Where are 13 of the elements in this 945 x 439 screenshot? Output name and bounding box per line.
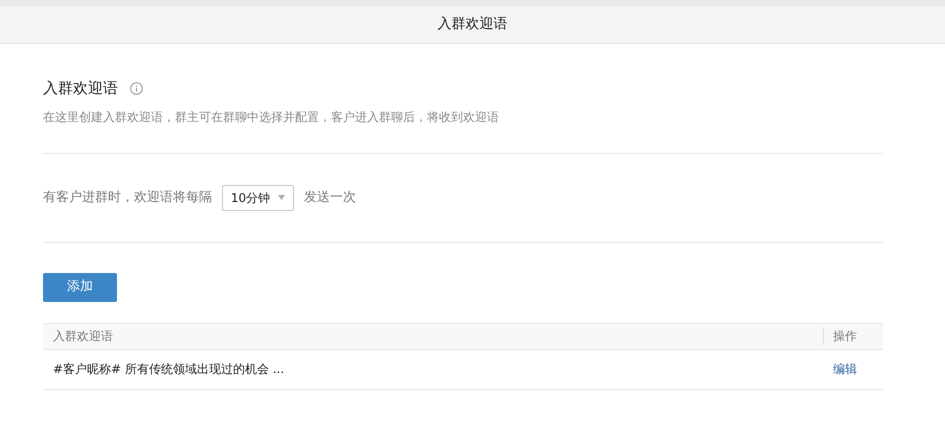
edit-link[interactable]: 编辑 (823, 360, 883, 378)
interval-suffix: 发送一次 (304, 188, 356, 207)
table-cell-text: #客户昵称# 所有传统领域出现过的机会 ... (52, 361, 286, 378)
page-title: 入群欢迎语 (438, 15, 508, 34)
caret-icon (278, 195, 286, 200)
column-header: 入群欢迎语 (52, 328, 114, 345)
section-description: 在这里创建入群欢迎语，群主可在群聊中选择并配置，客户进入群聊后，将收到欢迎语 (43, 108, 500, 126)
add-button[interactable]: 添加 (43, 272, 117, 302)
column-header: 操作 (823, 327, 883, 345)
section-title: 入群欢迎语 (43, 78, 118, 99)
interval-label: 有客户进群时，欢迎语将每隔 (43, 188, 212, 207)
interval-dropdown[interactable]: 10分钟 (222, 184, 294, 210)
info-icon (130, 82, 143, 95)
